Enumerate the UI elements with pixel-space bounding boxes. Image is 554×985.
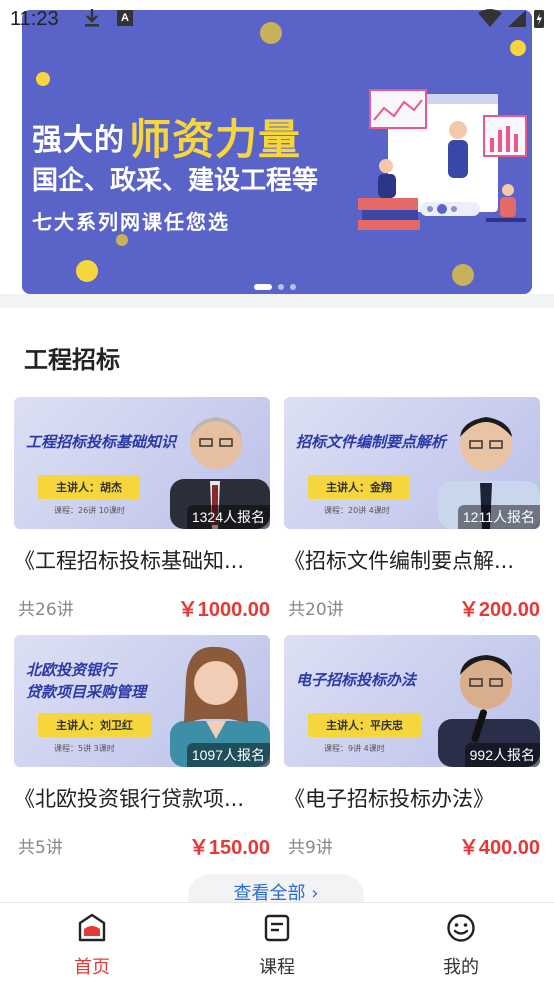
course-thumb-title: 北欧投资银行 贷款项目采购管理 bbox=[26, 661, 147, 701]
banner-headline-highlight: 师资力量 bbox=[129, 115, 302, 164]
course-thumbnail[interactable]: 工程招标投标基础知识 主讲人：胡杰 课程：26讲 10课时 1324人报名 bbox=[14, 397, 270, 529]
course-thumbnail[interactable]: 电子招标投标办法 主讲人：平庆忠 课程：9讲 4课时 992人报名 bbox=[284, 635, 540, 767]
book-icon bbox=[264, 914, 290, 942]
course-lecturer: 主讲人：平庆忠 bbox=[308, 713, 421, 737]
course-card[interactable]: 工程招标投标基础知识 主讲人：胡杰 课程：26讲 10课时 1324人报名 《工… bbox=[14, 397, 270, 621]
tab-home[interactable]: 首页 bbox=[52, 913, 132, 979]
banner-subtitle: 国企、政采、建设工程等 bbox=[32, 166, 319, 196]
enrollment-count: 992人报名 bbox=[464, 743, 540, 767]
status-bar: 11:23 A bbox=[0, 0, 554, 36]
course-price: ￥200.00 bbox=[458, 599, 540, 621]
course-name[interactable]: 《招标文件编制要点解... bbox=[284, 545, 540, 575]
course-meta: 课程：5讲 3课时 bbox=[54, 744, 115, 753]
course-card[interactable]: 招标文件编制要点解析 主讲人：金翔 课程：20讲 4课时 1211人报名 《招标… bbox=[284, 397, 540, 621]
lesson-count: 共9讲 bbox=[288, 838, 333, 858]
banner-tagline: 七大系列网课任您选 bbox=[32, 210, 230, 234]
decor-dot bbox=[510, 40, 526, 56]
course-name[interactable]: 《工程招标投标基础知... bbox=[14, 545, 270, 575]
banner-headline-prefix: 强大的 bbox=[32, 123, 125, 158]
enrollment-count: 1211人报名 bbox=[457, 505, 540, 529]
course-thumbnail[interactable]: 招标文件编制要点解析 主讲人：金翔 课程：20讲 4课时 1211人报名 bbox=[284, 397, 540, 529]
tab-label: 我的 bbox=[443, 957, 479, 978]
promo-banner[interactable]: 强大的师资力量 国企、政采、建设工程等 七大系列网课任您选 bbox=[22, 10, 532, 294]
section-divider bbox=[0, 294, 554, 308]
course-meta: 课程：26讲 10课时 bbox=[54, 506, 125, 515]
status-time: 11:23 bbox=[10, 8, 59, 30]
banner-headline: 强大的师资力量 bbox=[32, 106, 301, 167]
enrollment-count: 1097人报名 bbox=[186, 743, 270, 767]
tab-profile[interactable]: 我的 bbox=[421, 913, 501, 979]
bottom-tab-bar: 首页 课程 我的 bbox=[0, 902, 554, 985]
lesson-count: 共26讲 bbox=[18, 600, 74, 620]
wifi-icon bbox=[478, 9, 502, 27]
course-price: ￥400.00 bbox=[458, 837, 540, 859]
course-lecturer: 主讲人：胡杰 bbox=[38, 475, 140, 499]
signal-icon bbox=[508, 10, 526, 27]
decor-dot bbox=[116, 234, 128, 246]
decor-dot bbox=[36, 72, 50, 86]
course-price: ￥150.00 bbox=[188, 837, 270, 859]
course-lecturer: 主讲人：金翔 bbox=[308, 475, 410, 499]
lesson-count: 共5讲 bbox=[18, 838, 63, 858]
course-thumb-title: 招标文件编制要点解析 bbox=[296, 433, 447, 451]
course-thumb-title: 电子招标投标办法 bbox=[296, 671, 417, 689]
course-price: ￥1000.00 bbox=[177, 599, 270, 621]
decor-dot bbox=[452, 264, 474, 286]
course-card[interactable]: 电子招标投标办法 主讲人：平庆忠 课程：9讲 4课时 992人报名 《电子招标投… bbox=[284, 635, 540, 859]
course-name[interactable]: 《北欧投资银行贷款项... bbox=[14, 783, 270, 813]
tab-label: 课程 bbox=[259, 957, 295, 978]
course-meta: 课程：9讲 4课时 bbox=[324, 744, 385, 753]
pager-dot-active[interactable] bbox=[254, 283, 272, 290]
system-status-icons bbox=[478, 9, 544, 28]
pager-dot[interactable] bbox=[278, 283, 284, 290]
course-lecturer: 主讲人：刘卫红 bbox=[38, 713, 151, 737]
pager-dot[interactable] bbox=[290, 283, 296, 290]
course-card[interactable]: 北欧投资银行 贷款项目采购管理 主讲人：刘卫红 课程：5讲 3课时 1097人报… bbox=[14, 635, 270, 859]
accessibility-notification-icon: A bbox=[117, 10, 133, 26]
course-name[interactable]: 《电子招标投标办法》 bbox=[284, 783, 540, 813]
section-title: 工程招标 bbox=[24, 346, 120, 374]
home-icon bbox=[78, 913, 106, 942]
course-thumbnail[interactable]: 北欧投资银行 贷款项目采购管理 主讲人：刘卫红 课程：5讲 3课时 1097人报… bbox=[14, 635, 270, 767]
enrollment-count: 1324人报名 bbox=[186, 505, 270, 529]
tab-courses[interactable]: 课程 bbox=[237, 913, 317, 979]
smiley-icon bbox=[447, 914, 475, 942]
tab-label: 首页 bbox=[74, 957, 110, 978]
banner-illustration bbox=[358, 89, 527, 230]
download-icon bbox=[85, 9, 99, 27]
course-thumb-title: 工程招标投标基础知识 bbox=[26, 433, 177, 451]
course-meta: 课程：20讲 4课时 bbox=[324, 506, 390, 515]
decor-dot bbox=[76, 260, 98, 282]
banner-pagination bbox=[254, 276, 302, 290]
lesson-count: 共20讲 bbox=[288, 600, 344, 620]
